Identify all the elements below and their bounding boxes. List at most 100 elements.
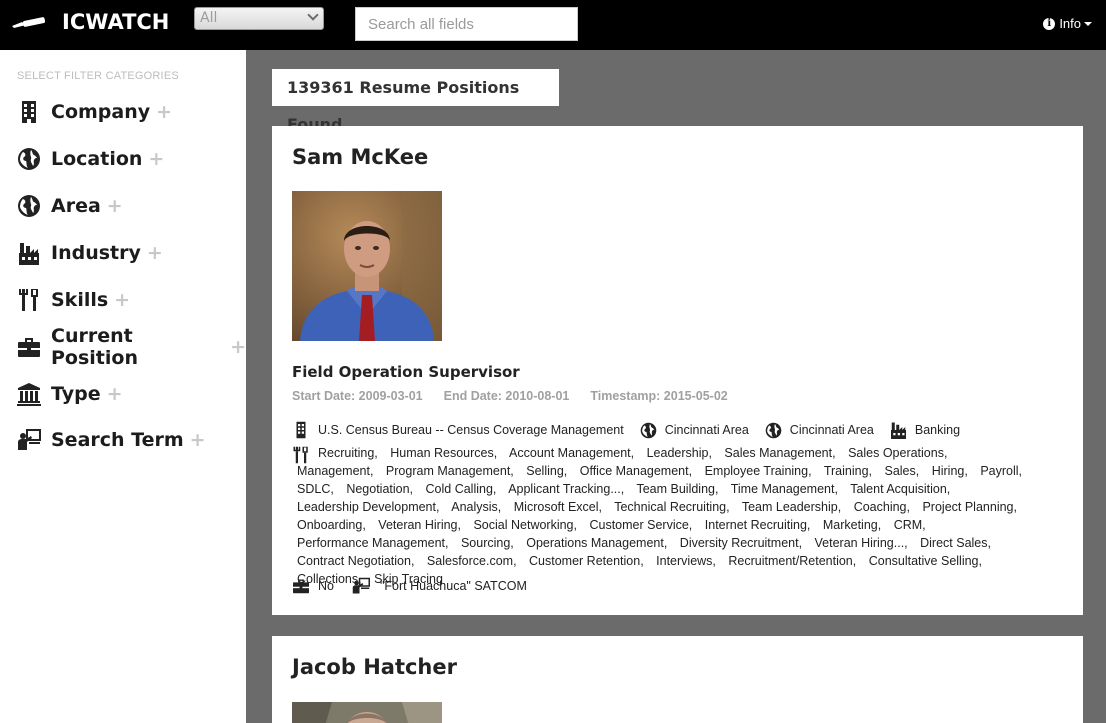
location-value: Cincinnati Area [664, 423, 749, 437]
skill-tag[interactable]: Veteran Hiring..., [815, 536, 908, 550]
skill-tag[interactable]: Direct Sales, [920, 536, 991, 550]
person-name[interactable]: Sam McKee [292, 145, 428, 169]
area-field[interactable]: Cincinnati Area [765, 422, 874, 439]
globe-icon [18, 195, 40, 217]
sidebar-item-label: Location [51, 148, 143, 170]
profile-photo [292, 191, 442, 341]
plus-icon[interactable]: + [114, 289, 130, 311]
plus-icon[interactable]: + [107, 383, 123, 405]
globe-icon [765, 422, 782, 438]
sidebar-item-label: Type [51, 383, 101, 405]
skill-tag[interactable]: Payroll, [980, 464, 1022, 478]
skill-tag[interactable]: Performance Management, [297, 536, 448, 550]
industry-value: Banking [914, 423, 961, 437]
building-icon [296, 421, 306, 439]
presenter-icon [18, 429, 41, 450]
skill-tag[interactable]: Program Management, [386, 464, 514, 478]
skill-tag[interactable]: Interviews, [656, 554, 716, 568]
skill-tag[interactable]: Internet Recruiting, [705, 518, 811, 532]
briefcase-icon [18, 338, 40, 357]
plus-icon[interactable]: + [190, 429, 206, 451]
sidebar-item-area[interactable]: Area + [17, 191, 123, 221]
info-menu[interactable]: i Info [1043, 16, 1092, 31]
skill-tag[interactable]: Applicant Tracking..., [508, 482, 624, 496]
skill-tag[interactable]: SDLC, [297, 482, 334, 496]
skill-tag[interactable]: CRM, [894, 518, 926, 532]
location-field[interactable]: Cincinnati Area [640, 422, 749, 439]
skill-tag[interactable]: Leadership, [647, 446, 712, 460]
current-position-field[interactable]: No [292, 578, 334, 594]
search-input[interactable] [355, 7, 578, 41]
skill-tag[interactable]: Management, [297, 464, 373, 478]
skill-tag[interactable]: Sourcing, [461, 536, 514, 550]
timestamp: Timestamp: 2015-05-02 [590, 389, 728, 403]
info-icon: i [1043, 17, 1056, 30]
skill-tag[interactable]: Marketing, [823, 518, 881, 532]
skill-tag[interactable]: Account Management, [509, 446, 634, 460]
skill-tag[interactable]: Sales, [884, 464, 919, 478]
skill-tag[interactable]: Selling, [526, 464, 567, 478]
search-term-field[interactable]: "Fort Huachuca" SATCOM [350, 577, 527, 595]
skill-tag[interactable]: Analysis, [451, 500, 501, 514]
pen-logo-icon [12, 17, 46, 28]
skill-tag[interactable]: Team Building, [636, 482, 718, 496]
plus-icon[interactable]: + [156, 101, 172, 123]
skill-tag[interactable]: Hiring, [932, 464, 968, 478]
skill-tag[interactable]: Time Management, [731, 482, 838, 496]
skill-tag[interactable]: Consultative Selling, [869, 554, 982, 568]
skill-tag[interactable]: Coaching, [854, 500, 910, 514]
sidebar-item-search-term[interactable]: Search Term + [17, 425, 206, 455]
plus-icon[interactable]: + [148, 148, 164, 170]
skill-tag[interactable]: Operations Management, [526, 536, 667, 550]
skill-tag[interactable]: Recruiting, [318, 446, 378, 460]
skill-tag[interactable]: Negotiation, [346, 482, 413, 496]
skill-tag[interactable]: Customer Service, [589, 518, 692, 532]
skill-tag[interactable]: Training, [824, 464, 872, 478]
category-select[interactable]: All [194, 7, 324, 30]
skill-tag[interactable]: Human Resources, [390, 446, 497, 460]
sidebar-item-label: Industry [51, 242, 141, 264]
brand[interactable]: ICWATCH [12, 10, 169, 34]
skill-tag[interactable]: Salesforce.com, [427, 554, 517, 568]
skill-tag[interactable]: Diversity Recruitment, [680, 536, 802, 550]
industry-icon [19, 243, 39, 265]
sidebar-item-label: Company [51, 101, 151, 123]
plus-icon[interactable]: + [230, 336, 246, 358]
skill-tag[interactable]: Employee Training, [705, 464, 812, 478]
skill-tag[interactable]: Technical Recruiting, [614, 500, 729, 514]
skill-tag[interactable]: Office Management, [580, 464, 692, 478]
company-field[interactable]: U.S. Census Bureau -- Census Coverage Ma… [292, 421, 624, 439]
sidebar-item-location[interactable]: Location + [17, 144, 164, 174]
sidebar-item-current-position[interactable]: Current Position + [17, 325, 246, 369]
sidebar-item-type[interactable]: Type + [17, 379, 123, 409]
sidebar-item-skills[interactable]: Skills + [17, 285, 130, 315]
plus-icon[interactable]: + [147, 242, 163, 264]
resume-card: Jacob Hatcher [272, 636, 1083, 723]
plus-icon[interactable]: + [107, 195, 123, 217]
skill-tag[interactable]: Contract Negotiation, [297, 554, 414, 568]
industry-field[interactable]: Banking [890, 421, 960, 439]
skill-tag[interactable]: Social Networking, [473, 518, 577, 532]
skill-tag[interactable]: Sales Operations, [848, 446, 947, 460]
company-value: U.S. Census Bureau -- Census Coverage Ma… [318, 423, 624, 437]
sidebar-item-company[interactable]: Company + [17, 97, 172, 127]
skill-tag[interactable]: Veteran Hiring, [378, 518, 461, 532]
tools-icon [19, 289, 38, 311]
person-name[interactable]: Jacob Hatcher [292, 655, 457, 679]
area-value: Cincinnati Area [789, 423, 874, 437]
skill-tag[interactable]: Sales Management, [724, 446, 835, 460]
skill-tag[interactable]: Microsoft Excel, [514, 500, 602, 514]
skill-tag[interactable]: Leadership Development, [297, 500, 439, 514]
skill-tag[interactable]: Onboarding, [297, 518, 366, 532]
sidebar-item-industry[interactable]: Industry + [17, 238, 163, 268]
skill-tag[interactable]: Talent Acquisition, [850, 482, 950, 496]
skill-tag[interactable]: Recruitment/Retention, [728, 554, 856, 568]
profile-photo [292, 702, 442, 723]
skill-tag[interactable]: Customer Retention, [529, 554, 644, 568]
briefcase-icon [293, 579, 309, 594]
skill-tag[interactable]: Cold Calling, [426, 482, 497, 496]
skill-tag[interactable]: Project Planning, [922, 500, 1017, 514]
skill-tag[interactable]: Team Leadership, [742, 500, 841, 514]
sidebar-item-label: Area [51, 195, 101, 217]
resume-card: Sam McKee Field Operation Supervisor Sta… [272, 126, 1083, 615]
